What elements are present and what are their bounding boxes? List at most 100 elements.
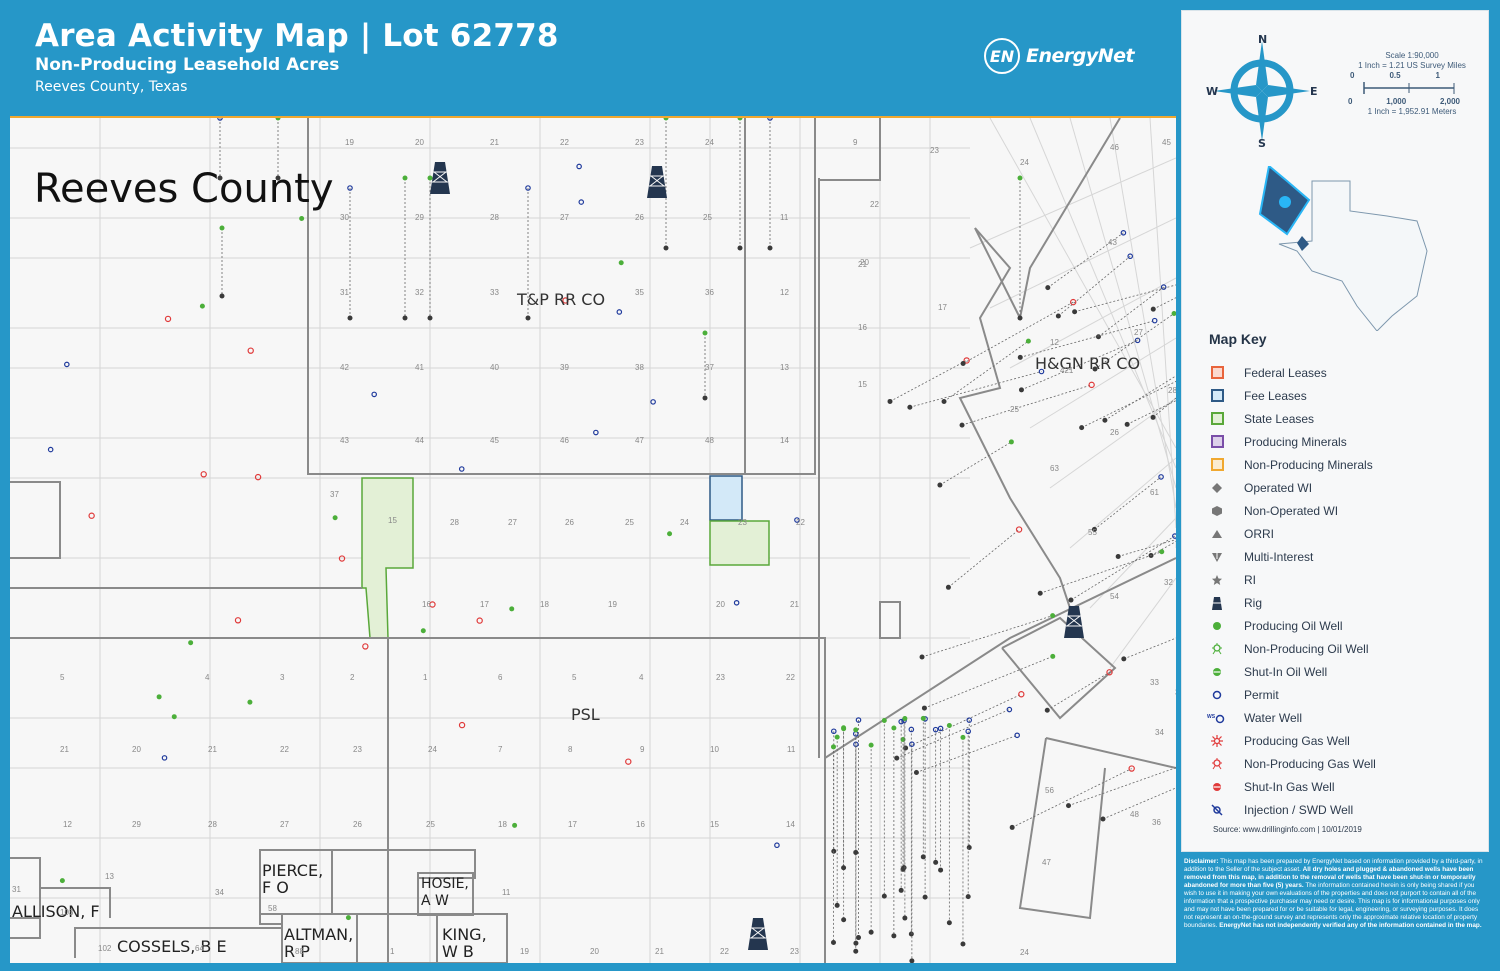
oil-well-icon[interactable] [156,694,162,700]
oil-well-icon[interactable] [1050,653,1056,659]
oil-well-icon[interactable] [830,744,836,750]
oil-well-icon[interactable] [247,699,253,705]
permit-icon[interactable] [576,163,582,170]
rig-icon[interactable] [748,918,768,950]
well-bottom-hole-icon[interactable] [894,755,900,761]
oil-well-icon[interactable] [891,725,897,731]
well-bottom-hole-icon[interactable] [868,929,874,935]
well-bottom-hole-icon[interactable] [891,933,897,939]
well-bottom-hole-icon[interactable] [853,940,859,946]
well-bottom-hole-icon[interactable] [1121,656,1127,662]
well-bottom-hole-icon[interactable] [1100,816,1106,822]
permit-icon[interactable] [1158,474,1164,480]
well-bottom-hole-icon[interactable] [902,915,908,921]
well-bottom-hole-icon[interactable] [1150,414,1156,420]
well-bottom-hole-icon[interactable] [887,398,893,404]
oil-well-icon[interactable] [1017,175,1023,181]
oil-well-icon[interactable] [663,118,669,121]
well-bottom-hole-icon[interactable] [1017,315,1023,321]
oil-well-icon[interactable] [946,723,952,729]
well-bottom-hole-icon[interactable] [402,315,408,321]
gas-well-icon[interactable] [247,347,254,354]
oil-well-icon[interactable] [667,531,673,537]
well-bottom-hole-icon[interactable] [427,315,433,321]
oil-well-icon[interactable] [427,175,433,181]
well-bottom-hole-icon[interactable] [1115,553,1121,559]
gas-well-icon[interactable] [164,315,172,323]
well-bottom-hole-icon[interactable] [1017,354,1023,360]
well-bottom-hole-icon[interactable] [767,245,773,251]
gas-well-icon[interactable] [234,617,242,624]
well-bottom-hole-icon[interactable] [937,482,943,488]
permit-icon[interactable] [774,842,780,849]
permit-icon[interactable] [616,309,623,315]
well-bottom-hole-icon[interactable] [853,948,859,954]
well-bottom-hole-icon[interactable] [830,940,836,946]
gas-well-icon[interactable] [625,758,632,765]
state-lease-section-23[interactable] [709,520,770,566]
oil-well-icon[interactable] [219,225,225,231]
oil-well-icon[interactable] [881,717,887,723]
gas-well-icon[interactable] [476,617,483,624]
well-bottom-hole-icon[interactable] [219,293,225,299]
gas-well-icon[interactable] [200,471,207,478]
permit-icon[interactable] [1151,317,1158,324]
well-bottom-hole-icon[interactable] [965,894,971,900]
gas-well-icon[interactable] [338,555,346,562]
rig-icon[interactable] [430,162,450,194]
well-bottom-hole-icon[interactable] [1102,417,1108,423]
well-bottom-hole-icon[interactable] [898,887,904,893]
permit-icon[interactable] [733,599,740,606]
oil-well-icon[interactable] [509,606,515,612]
well-bottom-hole-icon[interactable] [901,865,907,871]
oil-well-icon[interactable] [618,260,624,266]
oil-well-icon[interactable] [299,215,305,221]
well-bottom-hole-icon[interactable] [941,398,947,404]
oil-well-icon[interactable] [171,714,177,720]
fee-lease-section-23[interactable] [709,475,743,521]
well-bottom-hole-icon[interactable] [1066,803,1072,809]
oil-well-icon[interactable] [834,734,840,740]
permit-icon[interactable] [458,466,465,472]
permit-icon[interactable] [64,361,70,368]
well-bottom-hole-icon[interactable] [834,902,840,908]
oil-well-icon[interactable] [512,822,518,828]
oil-well-icon[interactable] [960,734,966,740]
well-bottom-hole-icon[interactable] [966,844,972,850]
well-bottom-hole-icon[interactable] [946,920,952,926]
well-bottom-hole-icon[interactable] [347,315,353,321]
well-bottom-hole-icon[interactable] [1044,707,1050,713]
well-bottom-hole-icon[interactable] [960,941,966,947]
well-bottom-hole-icon[interactable] [1055,313,1061,319]
oil-well-icon[interactable] [1025,338,1031,344]
oil-well-icon[interactable] [402,175,408,181]
oil-well-icon[interactable] [702,330,708,336]
permit-icon[interactable] [371,391,377,398]
oil-well-icon[interactable] [332,515,338,521]
well-bottom-hole-icon[interactable] [933,859,939,865]
well-bottom-hole-icon[interactable] [856,935,862,941]
permit-icon[interactable] [650,399,656,405]
well-bottom-hole-icon[interactable] [841,917,847,923]
oil-well-icon[interactable] [188,640,194,646]
well-bottom-hole-icon[interactable] [960,360,966,366]
well-bottom-hole-icon[interactable] [1150,306,1156,312]
well-bottom-hole-icon[interactable] [1018,387,1024,393]
well-bottom-hole-icon[interactable] [907,404,913,410]
oil-well-icon[interactable] [1171,311,1176,317]
oil-well-icon[interactable] [345,915,351,921]
well-bottom-hole-icon[interactable] [1045,285,1051,291]
gas-well-icon[interactable] [362,643,369,650]
well-bottom-hole-icon[interactable] [919,654,925,660]
oil-well-icon[interactable] [1050,613,1056,619]
map-canvas[interactable]: Reeves County T&P RR CO H&GN RR CO PSL P… [10,116,1176,963]
well-bottom-hole-icon[interactable] [921,705,927,711]
gas-well-icon[interactable] [88,512,95,519]
permit-icon[interactable] [593,429,599,436]
oil-well-icon[interactable] [737,118,743,121]
oil-well-icon[interactable] [1008,439,1014,445]
well-bottom-hole-icon[interactable] [737,245,743,251]
permit-icon[interactable] [578,199,585,205]
oil-well-icon[interactable] [853,727,859,733]
oil-well-icon[interactable] [420,628,426,634]
